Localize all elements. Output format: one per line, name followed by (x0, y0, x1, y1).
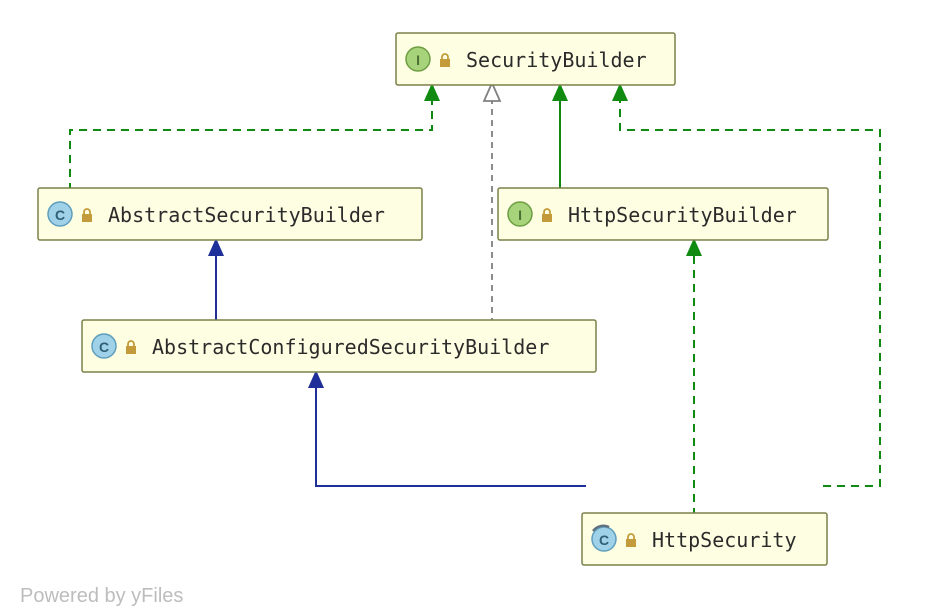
attribution-text: Powered by yFiles (20, 585, 183, 607)
interface-icon: I (508, 202, 532, 226)
edge-abstractsecuritybuilder-implements-securitybuilder (70, 83, 440, 191)
node-http-security-builder: I HttpSecurityBuilder (498, 188, 828, 240)
class-icon: C (592, 526, 616, 551)
edge-abstractconfigured-extends-abstractsecuritybuilder (208, 238, 224, 324)
node-label: SecurityBuilder (466, 48, 647, 72)
node-label: AbstractSecurityBuilder (108, 203, 385, 227)
svg-text:C: C (99, 339, 109, 355)
node-abstract-security-builder: C AbstractSecurityBuilder (38, 188, 422, 240)
class-icon: C (48, 202, 72, 226)
node-label: HttpSecurity (652, 528, 797, 552)
svg-text:I: I (518, 207, 522, 223)
node-label: AbstractConfiguredSecurityBuilder (152, 335, 549, 359)
svg-text:C: C (55, 207, 65, 223)
class-icon: C (92, 334, 116, 358)
edge-httpsecurity-extends-abstractconfigured (308, 370, 586, 486)
node-label: HttpSecurityBuilder (568, 203, 797, 227)
interface-icon: I (406, 47, 430, 71)
svg-text:C: C (599, 532, 609, 548)
edge-httpsecurity-implements-securitybuilder (612, 83, 880, 486)
svg-text:I: I (416, 52, 420, 68)
node-http-security: C HttpSecurity (582, 513, 827, 565)
edge-httpsecuritybuilder-implements-securitybuilder (552, 83, 568, 191)
node-abstract-configured-security-builder: C AbstractConfiguredSecurityBuilder (82, 320, 596, 372)
edge-httpsecurity-implements-httpsecuritybuilder (686, 238, 702, 516)
node-security-builder: I SecurityBuilder (396, 33, 675, 85)
